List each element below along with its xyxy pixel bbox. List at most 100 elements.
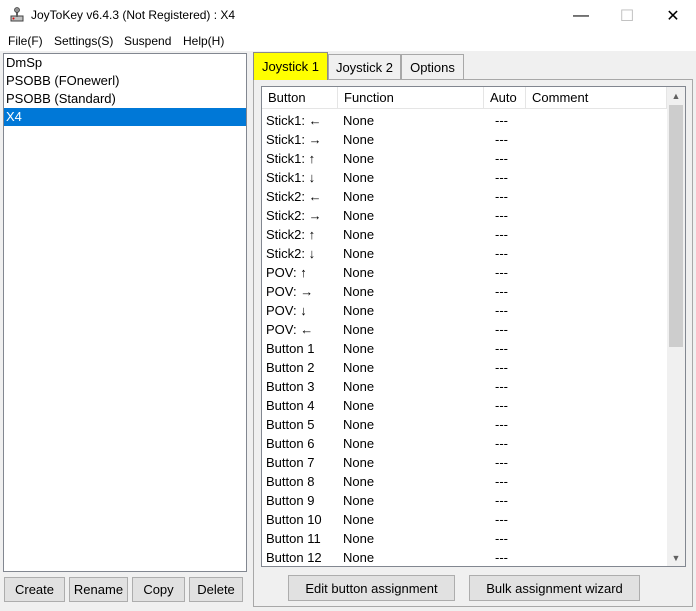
joystick-app-icon bbox=[10, 7, 24, 22]
list-rows: Stick1: ← None --- Stick1: → None --- Stick1: … bbox=[262, 111, 667, 566]
maximize-button[interactable]: ☐ bbox=[604, 0, 650, 31]
table-row[interactable]: Button 3 None --- bbox=[262, 377, 667, 396]
row-auto-cell: --- bbox=[495, 455, 508, 470]
row-auto-cell: --- bbox=[495, 246, 508, 261]
row-function-cell: None bbox=[343, 531, 375, 546]
row-button-cell: Stick2: ← bbox=[266, 189, 322, 204]
row-auto-cell: --- bbox=[495, 531, 508, 546]
scroll-down-arrow-icon[interactable]: ▼ bbox=[667, 549, 685, 566]
delete-button[interactable]: Delete bbox=[189, 577, 243, 602]
title-bar: JoyToKey v6.4.3 (Not Registered) : X4 — … bbox=[0, 0, 696, 31]
row-auto-cell: --- bbox=[495, 398, 508, 413]
table-row[interactable]: Button 8 None --- bbox=[262, 472, 667, 491]
row-auto-cell: --- bbox=[495, 132, 508, 147]
row-auto-cell: --- bbox=[495, 474, 508, 489]
copy-button[interactable]: Copy bbox=[132, 577, 185, 602]
profile-item-x4[interactable]: X4 bbox=[4, 108, 246, 126]
row-button-cell: Button 7 bbox=[266, 455, 315, 470]
row-auto-cell: --- bbox=[495, 303, 508, 318]
table-row[interactable]: Button 9 None --- bbox=[262, 491, 667, 510]
row-function-cell: None bbox=[343, 360, 375, 375]
profile-list[interactable]: DmSp PSOBB (FOnewerl) PSOBB (Standard) X… bbox=[3, 53, 247, 572]
row-button-cell: Button 12 bbox=[266, 550, 322, 565]
table-row[interactable]: Button 4 None --- bbox=[262, 396, 667, 415]
table-row[interactable]: POV: ↑ None --- bbox=[262, 263, 667, 282]
menu-help[interactable]: Help(H) bbox=[183, 34, 224, 48]
table-row[interactable]: POV: ↓ None --- bbox=[262, 301, 667, 320]
tab-joystick-1[interactable]: Joystick 1 bbox=[253, 52, 328, 80]
button-assignment-list[interactable]: Button Function Auto Comment Stick1: ← No… bbox=[261, 86, 686, 567]
header-auto[interactable]: Auto bbox=[484, 87, 526, 109]
minimize-button[interactable]: — bbox=[558, 0, 604, 31]
row-auto-cell: --- bbox=[495, 379, 508, 394]
row-button-cell: Stick1: ← bbox=[266, 113, 322, 128]
table-row[interactable]: Stick2: → None --- bbox=[262, 206, 667, 225]
table-row[interactable]: Button 11 None --- bbox=[262, 529, 667, 548]
row-function-cell: None bbox=[343, 151, 375, 166]
profile-item-dmsp[interactable]: DmSp bbox=[4, 54, 246, 72]
row-button-cell: Button 3 bbox=[266, 379, 315, 394]
row-button-cell: Button 4 bbox=[266, 398, 315, 413]
table-row[interactable]: POV: ← None --- bbox=[262, 320, 667, 339]
row-auto-cell: --- bbox=[495, 151, 508, 166]
row-auto-cell: --- bbox=[495, 360, 508, 375]
vertical-scrollbar[interactable]: ▲ ▼ bbox=[667, 87, 685, 566]
list-header: Button Function Auto Comment bbox=[262, 87, 667, 109]
row-function-cell: None bbox=[343, 512, 375, 527]
row-function-cell: None bbox=[343, 113, 375, 128]
row-function-cell: None bbox=[343, 550, 375, 565]
scrollbar-thumb[interactable] bbox=[669, 105, 683, 347]
table-row[interactable]: Stick1: ↑ None --- bbox=[262, 149, 667, 168]
row-button-cell: Button 11 bbox=[266, 531, 321, 546]
rename-button[interactable]: Rename bbox=[69, 577, 128, 602]
header-function[interactable]: Function bbox=[338, 87, 484, 109]
header-button[interactable]: Button bbox=[262, 87, 338, 109]
close-button[interactable]: ✕ bbox=[650, 0, 696, 31]
tab-joystick-2[interactable]: Joystick 2 bbox=[328, 54, 401, 79]
table-row[interactable]: Stick2: ← None --- bbox=[262, 187, 667, 206]
row-button-cell: POV: → bbox=[266, 284, 314, 299]
table-row[interactable]: Stick2: ↑ None --- bbox=[262, 225, 667, 244]
table-row[interactable]: Button 2 None --- bbox=[262, 358, 667, 377]
row-auto-cell: --- bbox=[495, 436, 508, 451]
row-auto-cell: --- bbox=[495, 322, 508, 337]
table-row[interactable]: Button 10 None --- bbox=[262, 510, 667, 529]
row-button-cell: Button 2 bbox=[266, 360, 315, 375]
profile-item-psobb-fonewerl[interactable]: PSOBB (FOnewerl) bbox=[4, 72, 246, 90]
bulk-assignment-wizard-button[interactable]: Bulk assignment wizard bbox=[469, 575, 640, 601]
table-row[interactable]: Button 7 None --- bbox=[262, 453, 667, 472]
table-row[interactable]: Stick2: ↓ None --- bbox=[262, 244, 667, 263]
table-row[interactable]: Button 6 None --- bbox=[262, 434, 667, 453]
row-function-cell: None bbox=[343, 246, 375, 261]
table-row[interactable]: Stick1: ← None --- bbox=[262, 111, 667, 130]
row-button-cell: Button 6 bbox=[266, 436, 315, 451]
row-button-cell: Stick2: ↑ bbox=[266, 227, 316, 242]
menu-suspend[interactable]: Suspend bbox=[124, 34, 171, 48]
scroll-up-arrow-icon[interactable]: ▲ bbox=[667, 87, 685, 104]
create-button[interactable]: Create bbox=[4, 577, 65, 602]
table-row[interactable]: Button 12 None --- bbox=[262, 548, 667, 566]
row-button-cell: Stick2: → bbox=[266, 208, 322, 223]
row-button-cell: Stick2: ↓ bbox=[266, 246, 316, 261]
row-auto-cell: --- bbox=[495, 189, 508, 204]
row-function-cell: None bbox=[343, 284, 375, 299]
table-row[interactable]: Stick1: → None --- bbox=[262, 130, 667, 149]
edit-button-assignment-button[interactable]: Edit button assignment bbox=[288, 575, 455, 601]
menu-bar: File(F) Settings(S) Suspend Help(H) bbox=[0, 31, 696, 51]
row-function-cell: None bbox=[343, 493, 375, 508]
profile-item-psobb-standard[interactable]: PSOBB (Standard) bbox=[4, 90, 246, 108]
row-function-cell: None bbox=[343, 322, 375, 337]
menu-file[interactable]: File(F) bbox=[8, 34, 43, 48]
row-auto-cell: --- bbox=[495, 170, 508, 185]
table-row[interactable]: POV: → None --- bbox=[262, 282, 667, 301]
menu-settings[interactable]: Settings(S) bbox=[54, 34, 113, 48]
table-row[interactable]: Button 1 None --- bbox=[262, 339, 667, 358]
table-row[interactable]: Stick1: ↓ None --- bbox=[262, 168, 667, 187]
table-row[interactable]: Button 5 None --- bbox=[262, 415, 667, 434]
row-button-cell: Stick1: → bbox=[266, 132, 322, 147]
tab-options[interactable]: Options bbox=[401, 54, 464, 79]
row-function-cell: None bbox=[343, 132, 375, 147]
row-button-cell: Button 5 bbox=[266, 417, 315, 432]
header-comment[interactable]: Comment bbox=[526, 87, 667, 109]
row-function-cell: None bbox=[343, 379, 375, 394]
